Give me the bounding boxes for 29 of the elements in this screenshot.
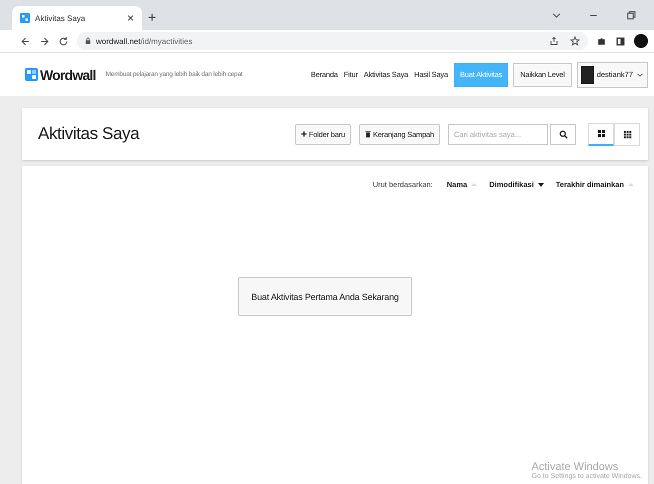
small-grid-icon bbox=[622, 130, 632, 138]
forward-icon[interactable] bbox=[39, 36, 50, 46]
reload-icon[interactable] bbox=[58, 36, 69, 46]
back-icon[interactable] bbox=[20, 36, 31, 46]
url-text: wordwall.net/id/myactivities bbox=[96, 36, 192, 46]
logo-icon bbox=[20, 13, 30, 23]
tab-title: Aktivitas Saya bbox=[35, 14, 86, 22]
sidebar-icon[interactable] bbox=[615, 36, 626, 46]
share-icon[interactable] bbox=[549, 36, 559, 46]
address-bar[interactable]: wordwall.net/id/myactivities bbox=[77, 32, 588, 50]
close-tab-button[interactable]: × bbox=[126, 11, 134, 25]
small-grid-view-button[interactable] bbox=[614, 122, 640, 146]
search-button[interactable] bbox=[550, 124, 576, 144]
page-title: Aktivitas Saya bbox=[38, 124, 140, 144]
create-first-activity-button[interactable]: Buat Aktivitas Pertama Anda Sekarang bbox=[238, 277, 412, 316]
logo-icon bbox=[25, 68, 38, 81]
trash-icon bbox=[364, 130, 371, 138]
search-icon bbox=[558, 130, 568, 138]
plus-icon bbox=[300, 130, 307, 138]
lock-icon bbox=[85, 37, 91, 45]
activation-notice-title: Activate Windows bbox=[532, 461, 618, 473]
browser-tab[interactable]: Aktivitas Saya × bbox=[12, 6, 142, 30]
star-icon[interactable] bbox=[570, 36, 580, 46]
large-grid-icon bbox=[596, 129, 606, 138]
large-grid-view-button[interactable] bbox=[588, 122, 614, 146]
logo-text[interactable]: Wordwall bbox=[40, 66, 96, 82]
new-tab-button[interactable]: + bbox=[148, 6, 156, 30]
restore-icon[interactable] bbox=[625, 10, 636, 21]
chevron-down-icon bbox=[636, 70, 644, 78]
